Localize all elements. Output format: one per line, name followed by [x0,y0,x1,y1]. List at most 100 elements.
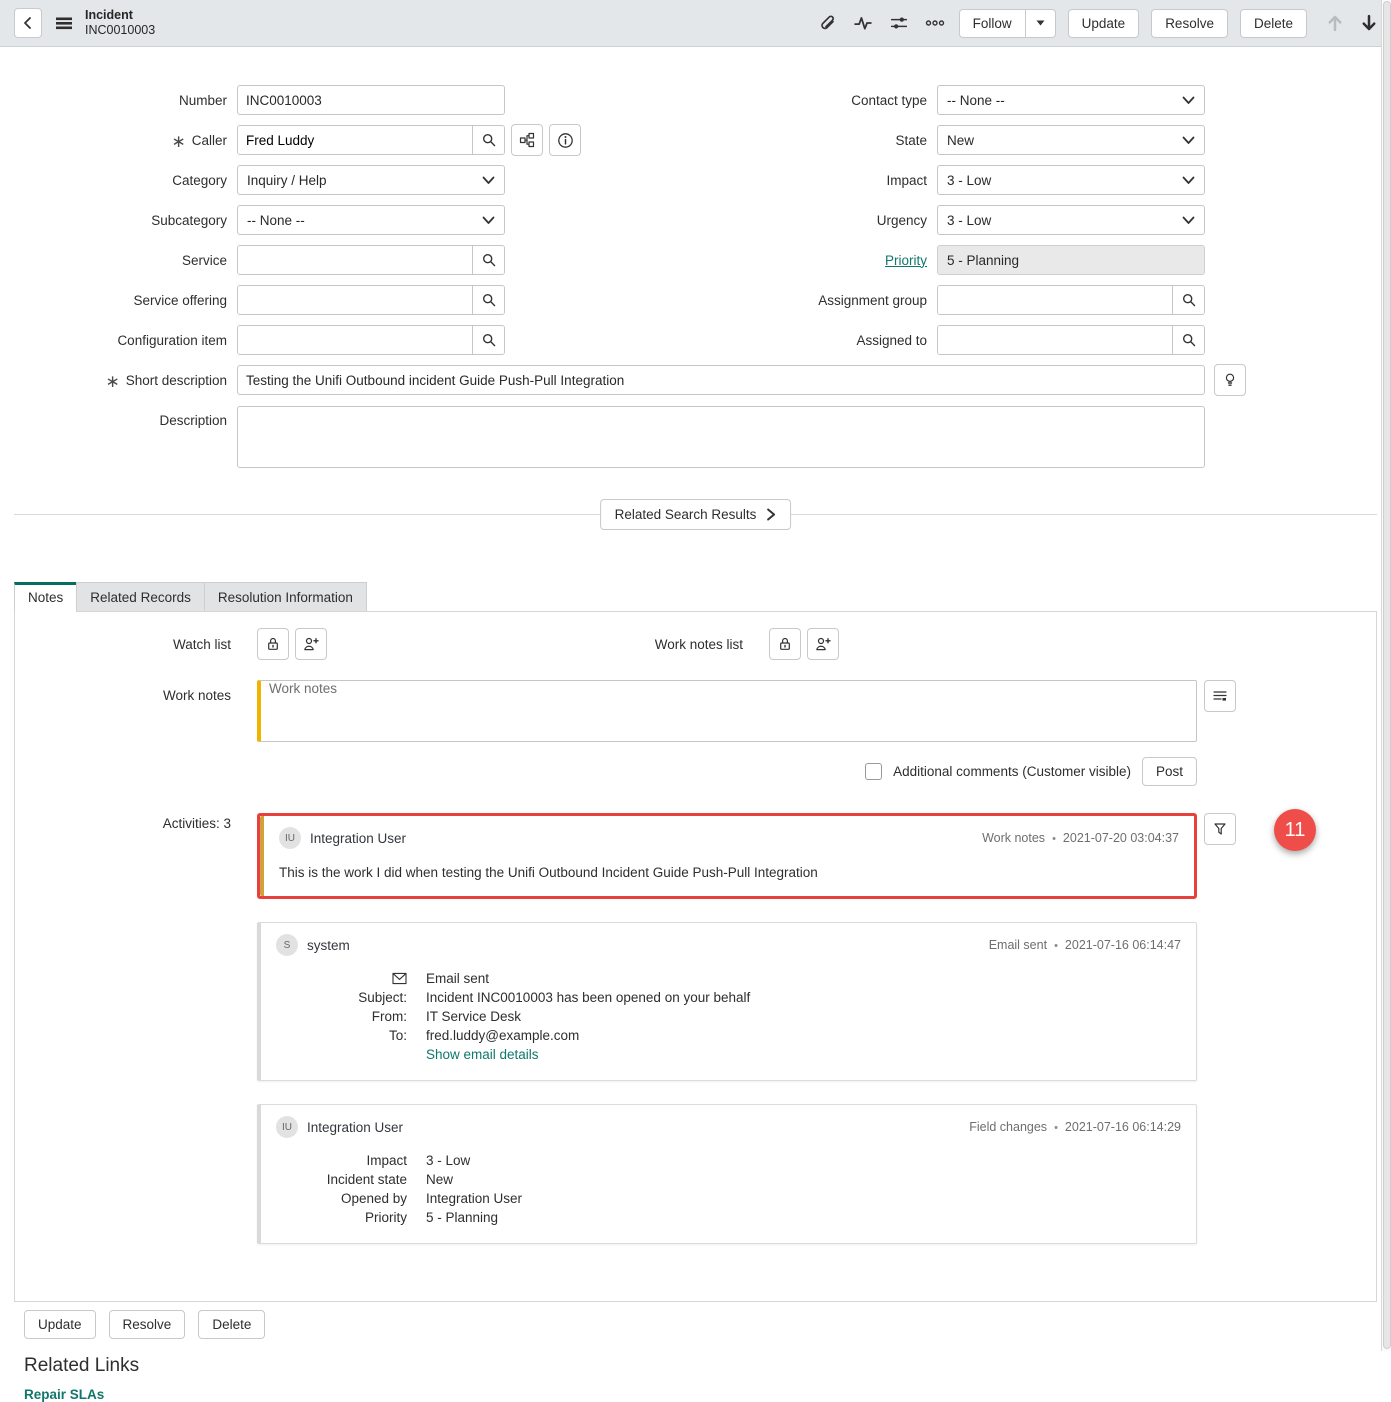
tab-resolution-information[interactable]: Resolution Information [204,582,367,612]
service-input[interactable] [238,246,472,274]
attachment-icon[interactable] [816,12,839,35]
activity-entry-work-notes: IU Integration User Work notes 2021-07-2… [260,816,1194,896]
repair-slas-link[interactable]: Repair SLAs [24,1387,104,1402]
caller-preview-button[interactable] [549,124,581,156]
avatar: IU [276,1116,298,1138]
search-icon [1181,332,1197,348]
additional-comments-label: Additional comments (Customer visible) [893,764,1131,779]
chevron-right-icon [766,508,776,521]
category-select[interactable]: Inquiry / Help [237,165,505,195]
scrollbar-thumb[interactable] [1383,1,1391,1349]
field-change-value: Integration User [426,1189,522,1208]
personalize-form-icon[interactable] [887,12,911,34]
assigned-to-lookup-button[interactable] [1172,326,1204,354]
search-icon [481,132,497,148]
work-notes-label: Work notes [15,680,231,703]
email-from: IT Service Desk [426,1007,521,1026]
field-change-value: New [426,1170,453,1189]
activity-timestamp: 2021-07-20 03:04:37 [1045,831,1179,845]
state-select[interactable]: New [937,125,1205,155]
email-subject: Incident INC0010003 has been opened on y… [426,988,750,1007]
avatar: IU [279,827,301,849]
email-subject-label: Subject: [261,988,407,1007]
back-button[interactable] [14,8,42,38]
assignment-group-lookup-button[interactable] [1172,286,1204,314]
suggestion-button[interactable] [1214,364,1246,396]
state-label: State [895,133,927,148]
activity-type: Work notes [982,831,1045,845]
person-add-icon [815,636,832,652]
work-notes-list-lock-button[interactable] [769,628,801,660]
more-options-icon[interactable] [923,14,947,32]
urgency-select[interactable]: 3 - Low [937,205,1205,235]
short-description-field[interactable] [237,365,1205,395]
assigned-to-input[interactable] [938,326,1172,354]
assignment-group-input[interactable] [938,286,1172,314]
number-field[interactable] [237,85,505,115]
list-icon [1212,688,1228,704]
short-description-label: Short description [0,370,227,390]
priority-field-readonly: 5 - Planning [937,245,1205,275]
caret-down-icon [1035,19,1046,27]
delete-button[interactable]: Delete [1240,9,1307,38]
next-record-icon[interactable] [1359,12,1379,34]
configuration-item-lookup-button[interactable] [472,326,504,354]
field-change-label: Priority [261,1208,407,1227]
number-label: Number [0,93,227,108]
resolve-button-footer[interactable]: Resolve [109,1310,186,1339]
update-button-footer[interactable]: Update [24,1310,96,1339]
update-button[interactable]: Update [1068,9,1140,38]
tab-related-records[interactable]: Related Records [76,582,204,612]
contact-type-select[interactable]: -- None -- [937,85,1205,115]
follow-dropdown-button[interactable] [1026,9,1056,38]
service-offering-label: Service offering [0,293,227,308]
post-button[interactable]: Post [1142,757,1197,786]
activity-user: Integration User [310,831,406,846]
resolve-button[interactable]: Resolve [1151,9,1228,38]
watch-list-lock-button[interactable] [257,628,289,660]
form-tabs: Notes Related Records Resolution Informa… [14,582,1377,612]
description-label: Description [0,406,227,428]
show-email-details-link[interactable]: Show email details [426,1047,539,1062]
impact-select[interactable]: 3 - Low [937,165,1205,195]
category-label: Category [0,173,227,188]
record-type: Incident [85,8,155,23]
additional-comments-checkbox[interactable] [865,763,882,780]
watch-list-add-me-button[interactable] [295,628,327,660]
activity-note-text: This is the work I did when testing the … [264,849,1194,896]
caller-lookup-button[interactable] [472,126,504,154]
configuration-item-label: Configuration item [0,333,227,348]
work-notes-list-add-me-button[interactable] [807,628,839,660]
service-lookup-button[interactable] [472,246,504,274]
activity-filter-button[interactable] [1204,813,1236,845]
service-offering-lookup-button[interactable] [472,286,504,314]
activity-timestamp: 2021-07-16 06:14:29 [1047,1120,1181,1134]
toggle-activity-fields-button[interactable] [1204,680,1236,712]
priority-label-link[interactable]: Priority [885,253,927,268]
delete-button-footer[interactable]: Delete [198,1310,265,1339]
tab-notes[interactable]: Notes [14,582,76,612]
related-search-results-button[interactable]: Related Search Results [600,499,792,530]
activities-count-label: Activities: 3 [15,813,231,831]
subcategory-select[interactable]: -- None -- [237,205,505,235]
chevron-left-icon [20,15,36,31]
caller-field [237,125,505,155]
context-menu-icon[interactable] [55,15,73,31]
configuration-item-input[interactable] [238,326,472,354]
activity-stream-icon[interactable] [851,12,875,34]
search-icon [481,252,497,268]
work-notes-field[interactable] [257,680,1197,742]
show-related-records-button[interactable] [511,124,543,156]
field-change-label: Opened by [261,1189,407,1208]
service-offering-input[interactable] [238,286,472,314]
previous-record-icon[interactable] [1325,12,1345,34]
caller-input[interactable] [238,126,472,154]
description-field[interactable] [237,406,1205,468]
lock-icon [265,636,281,652]
vertical-scrollbar[interactable] [1381,0,1391,1351]
activity-user: Integration User [307,1120,403,1135]
configuration-item-field [237,325,505,355]
service-field [237,245,505,275]
hierarchy-icon [519,132,535,148]
follow-button[interactable]: Follow [959,9,1026,38]
